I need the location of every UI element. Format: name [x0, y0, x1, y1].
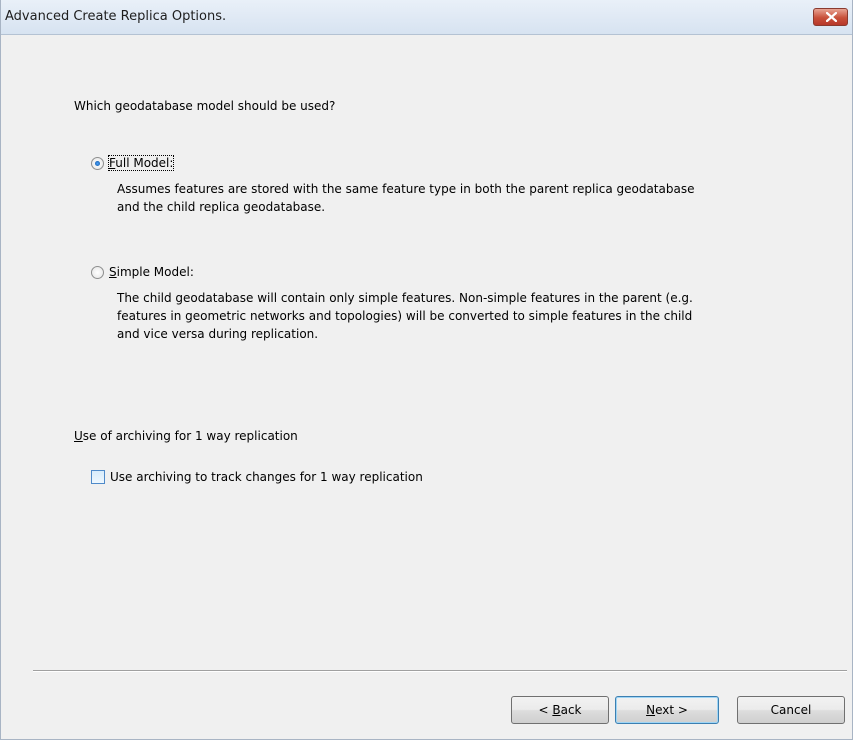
simple-model-desc-line: and vice versa during replication.	[117, 327, 319, 341]
cancel-button[interactable]: Cancel	[737, 696, 845, 724]
title-bar[interactable]: Advanced Create Replica Options.	[1, 0, 852, 35]
simple-model-label-rest: imple Model:	[116, 265, 194, 279]
next-button-label: Next >	[646, 703, 688, 717]
full-model-label-rest: ull Model:	[115, 156, 174, 170]
simple-model-accesskey: S	[109, 265, 117, 279]
archiving-option[interactable]: Use archiving to track changes for 1 way…	[91, 470, 423, 484]
simple-model-description: The child geodatabase will contain only …	[117, 289, 693, 343]
archiving-group-label: Use of archiving for 1 way replication	[74, 429, 298, 443]
full-model-option[interactable]: Full Model:	[91, 155, 175, 171]
full-model-desc-line: Assumes features are stored with the sam…	[117, 182, 695, 196]
archiving-group-label-rest: se of archiving for 1 way replication	[82, 429, 298, 443]
simple-model-desc-line: features in geometric networks and topol…	[117, 309, 693, 323]
simple-model-option[interactable]: Simple Model:	[91, 265, 194, 279]
full-model-desc-line: and the child replica geodatabase.	[117, 200, 326, 214]
window-title: Advanced Create Replica Options.	[5, 9, 227, 24]
archiving-group-accesskey: U	[74, 429, 83, 443]
simple-model-desc-line: The child geodatabase will contain only …	[117, 291, 693, 305]
button-separator	[33, 670, 847, 672]
back-button[interactable]: < Back	[511, 696, 609, 724]
back-button-label: < Back	[538, 703, 582, 717]
close-x-icon	[826, 12, 837, 22]
model-question: Which geodatabase model should be used?	[74, 99, 336, 113]
dialog-window: Advanced Create Replica Options. Which g…	[0, 0, 853, 740]
full-model-description: Assumes features are stored with the sam…	[117, 180, 694, 216]
simple-model-radio[interactable]	[91, 265, 104, 279]
next-button[interactable]: Next >	[615, 696, 719, 724]
full-model-radio[interactable]	[91, 156, 104, 170]
close-button[interactable]	[813, 8, 848, 26]
simple-model-label[interactable]: Simple Model:	[109, 265, 194, 279]
archiving-checkbox[interactable]	[91, 470, 105, 484]
full-model-label[interactable]: Full Model:	[107, 155, 175, 171]
archiving-checkbox-label[interactable]: Use archiving to track changes for 1 way…	[110, 470, 423, 484]
